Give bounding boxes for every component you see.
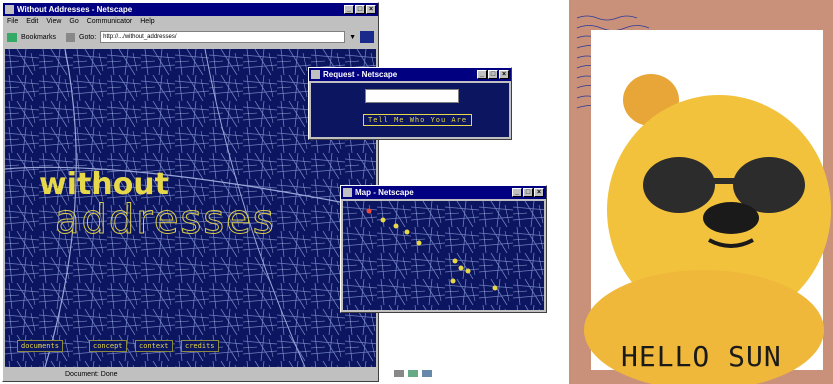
map-window-title: Map - Netscape: [355, 188, 414, 197]
netscape-icon: [343, 188, 352, 197]
map-marker: [416, 240, 422, 246]
request-content: Tell Me Who You Are: [311, 83, 509, 137]
minimize-button[interactable]: _: [344, 5, 354, 14]
request-window: Request - Netscape _ □ × Tell Me Who You…: [308, 67, 512, 140]
bookmarks-button[interactable]: Bookmarks: [21, 34, 56, 41]
name-input[interactable]: [365, 89, 459, 103]
status-text: Document: Done: [65, 370, 118, 378]
bookmark-icon: [7, 32, 17, 42]
request-title-bar: Request - Netscape _ □ ×: [309, 68, 511, 81]
netscape-logo-icon: [360, 31, 374, 43]
close-button[interactable]: ×: [534, 188, 544, 197]
menu-file[interactable]: File: [7, 18, 18, 25]
netscape-icon: [311, 70, 320, 79]
minimize-button[interactable]: _: [477, 70, 487, 79]
map-marker: [492, 285, 498, 291]
request-window-title: Request - Netscape: [323, 70, 398, 79]
menu-go[interactable]: Go: [69, 18, 78, 25]
bear-poster: HELLO SUN: [569, 0, 833, 384]
minimize-button[interactable]: _: [512, 188, 522, 197]
nav-credits[interactable]: credits: [181, 340, 219, 352]
map-marker: [404, 229, 410, 235]
main-title-bar: Without Addresses - Netscape _ □ ×: [3, 3, 378, 16]
maximize-button[interactable]: □: [523, 188, 533, 197]
status-icons: [394, 370, 432, 377]
menu-edit[interactable]: Edit: [26, 18, 38, 25]
map-title-bar: Map - Netscape _ □ ×: [341, 186, 546, 199]
map-marker: [393, 223, 399, 229]
location-toolbar: Bookmarks Goto: http://.../without_addre…: [3, 27, 378, 47]
netscape-icon: [5, 5, 14, 14]
menu-bar: File Edit View Go Communicator Help: [3, 16, 378, 27]
url-field[interactable]: http://.../without_addresses/: [100, 31, 346, 43]
map-marker: [452, 258, 458, 264]
composer-icon[interactable]: [422, 370, 432, 377]
close-button[interactable]: ×: [366, 5, 376, 14]
menu-view[interactable]: View: [46, 18, 61, 25]
map-content: [343, 201, 544, 310]
bear-illustration: [584, 30, 831, 384]
menu-help[interactable]: Help: [140, 18, 154, 25]
close-button[interactable]: ×: [499, 70, 509, 79]
status-bar: Document: Done: [5, 369, 436, 379]
nav-context[interactable]: context: [135, 340, 173, 352]
main-window-title: Without Addresses - Netscape: [17, 5, 133, 14]
dropdown-icon[interactable]: ▼: [349, 34, 356, 41]
map-marker: [465, 268, 471, 274]
maximize-button[interactable]: □: [488, 70, 498, 79]
mini-street-map[interactable]: [343, 201, 544, 310]
poster-caption: HELLO SUN: [621, 340, 782, 373]
map-marker: [458, 265, 464, 271]
menu-communicator[interactable]: Communicator: [87, 18, 133, 25]
map-marker: [450, 278, 456, 284]
mail-icon[interactable]: [408, 370, 418, 377]
main-browser-window: Without Addresses - Netscape _ □ × File …: [2, 2, 432, 382]
map-window: Map - Netscape _ □ ×: [340, 185, 547, 313]
location-icon: [66, 32, 76, 42]
headline-addresses: addresses: [55, 197, 276, 244]
map-marker: [366, 208, 372, 214]
tell-me-who-you-are-button[interactable]: Tell Me Who You Are: [363, 114, 473, 126]
nav-documents[interactable]: documents: [17, 340, 63, 352]
nav-concept[interactable]: concept: [89, 340, 127, 352]
security-icon[interactable]: [394, 370, 404, 377]
goto-label: Goto:: [79, 33, 97, 41]
maximize-button[interactable]: □: [355, 5, 365, 14]
map-marker: [380, 217, 386, 223]
